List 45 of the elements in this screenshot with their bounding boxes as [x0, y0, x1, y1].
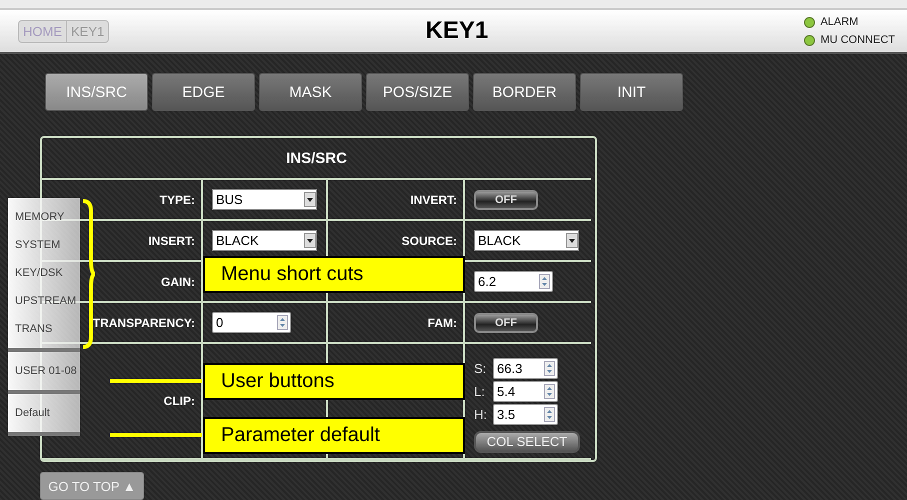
page-title: KEY1 [424, 17, 490, 45]
status-label: MU CONNECT [820, 34, 895, 46]
tab[interactable]: INIT [580, 73, 683, 111]
menu-item[interactable]: TRANS [8, 315, 80, 343]
menu-item[interactable]: UPSTREAM [8, 287, 80, 315]
number-field[interactable]: 5.4 [493, 380, 558, 402]
tab[interactable]: MASK [259, 73, 362, 111]
spinner-icon[interactable] [544, 384, 555, 398]
parameter-label: INVERT: [410, 192, 457, 206]
field-label: H: [474, 406, 488, 422]
spinner-icon[interactable] [277, 315, 288, 330]
menu-item[interactable]: USER 01-08 [8, 357, 80, 385]
toggle-button[interactable]: OFF [474, 190, 538, 210]
menu-item[interactable]: Default [8, 399, 80, 427]
toggle-button[interactable]: OFF [474, 312, 538, 332]
dropdown-field[interactable]: BLACK [474, 230, 579, 251]
tab[interactable]: BORDER [473, 73, 576, 111]
parameter-label: FAM: [428, 316, 457, 330]
spinner-icon[interactable] [544, 360, 555, 376]
dropdown-field[interactable]: BLACK [212, 230, 317, 251]
annotation-callout: User buttons [203, 363, 465, 400]
spinner-icon[interactable] [544, 406, 555, 422]
number-field[interactable]: 66.3 [493, 358, 558, 378]
number-field[interactable]: 6.2 [474, 271, 553, 292]
number-field[interactable]: 0 [212, 312, 291, 333]
parameter-label: INSERT: [148, 234, 195, 248]
parameter-label: TRANSPARENCY: [92, 316, 195, 330]
parameter-label: CLIP: [164, 394, 195, 408]
parameter-label: SOURCE: [402, 234, 457, 248]
spinner-icon[interactable] [539, 274, 550, 289]
status-label: ALARM [820, 16, 858, 28]
tab[interactable]: POS/SIZE [366, 73, 469, 111]
field-label: S: [474, 360, 488, 376]
field-label: L: [474, 384, 486, 398]
tab[interactable]: EDGE [152, 73, 255, 111]
dropdown-field[interactable]: BUS [212, 189, 317, 210]
parameter-label: GAIN: [161, 274, 195, 288]
menu-item[interactable]: SYSTEM [8, 231, 80, 259]
menu-item[interactable]: MEMORY [8, 203, 80, 231]
annotation-callout: Parameter default [203, 417, 465, 454]
menu-item[interactable]: KEY/DSK [8, 259, 80, 287]
parameter-label: TYPE: [160, 192, 195, 206]
annotation-callout: Menu short cuts [203, 256, 465, 293]
panel-title: INS/SRC [42, 138, 591, 180]
number-field[interactable]: 3.5 [493, 404, 558, 424]
